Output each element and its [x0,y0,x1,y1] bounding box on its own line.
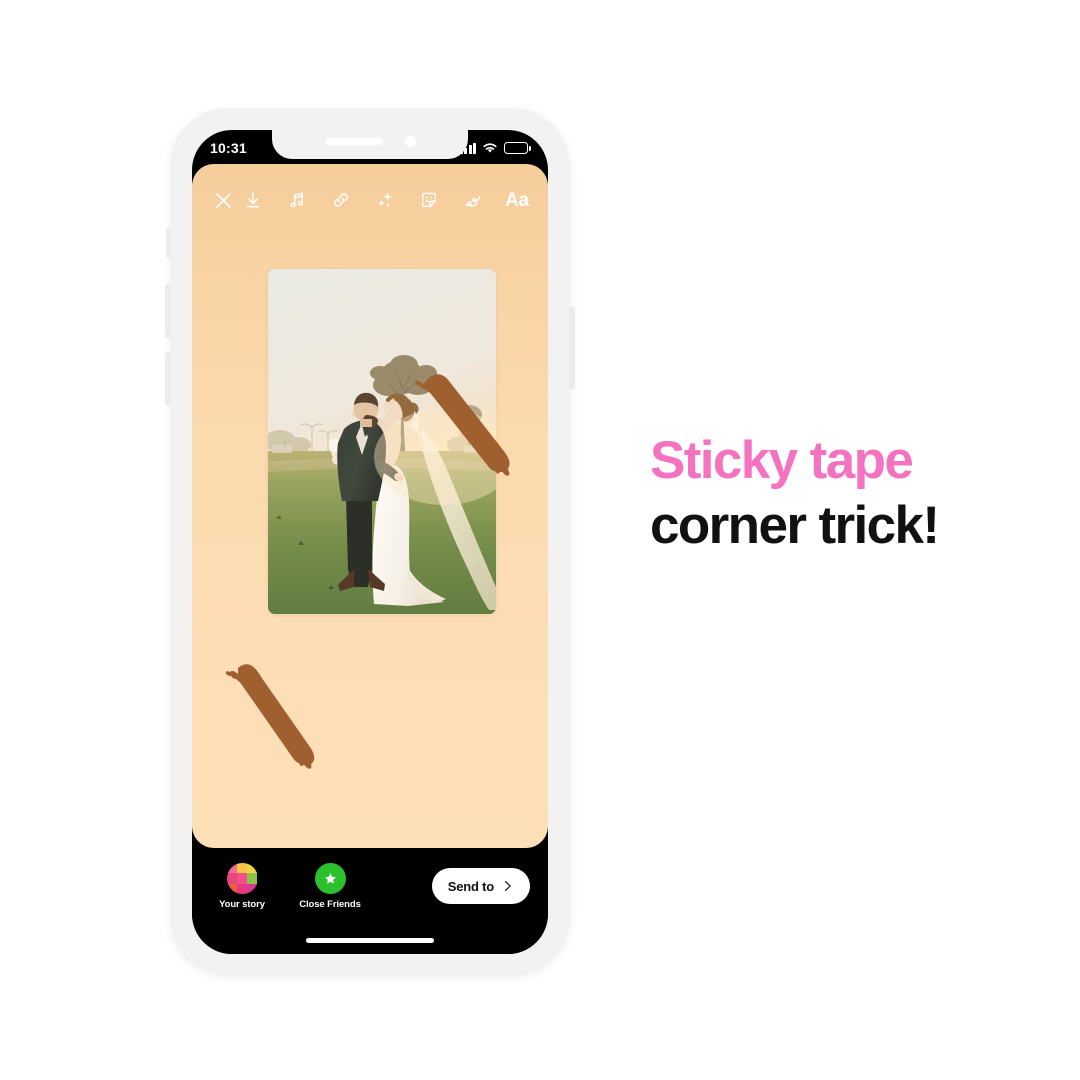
phone-screen: 10:31 Aa Your story Close Friends Send t… [192,130,548,954]
send-to-label: Send to [447,878,494,894]
speaker-slot-icon [324,137,383,145]
home-indicator[interactable] [306,938,434,943]
story-toolbar: Aa [192,178,548,222]
story-canvas[interactable]: Aa [192,164,548,848]
tape-stroke-top-right[interactable] [410,364,530,484]
headline-line-2: corner trick! [650,496,940,556]
close-icon[interactable] [208,185,238,215]
status-time: 10:31 [210,140,247,156]
front-camera-icon [404,135,416,147]
share-targets: Your story Close Friends [210,863,362,910]
text-icon[interactable]: Aa [502,185,532,215]
chevron-right-icon [505,881,511,891]
download-icon[interactable] [238,185,268,215]
send-to-button[interactable]: Send to [431,868,530,904]
volume-up-button[interactable] [165,284,171,338]
phone-mockup: 10:31 Aa Your story Close Friends Send t… [165,108,575,976]
headline: Sticky tape corner trick! [650,428,1050,558]
notch [272,130,468,159]
story-grid-avatar-icon [226,863,258,894]
headline-line-1: Sticky tape [650,431,914,490]
music-note-icon[interactable] [282,185,312,215]
sticker-icon[interactable] [414,185,444,215]
volume-down-button[interactable] [165,352,171,406]
status-indicators [459,142,531,154]
text-icon-label: Aa [505,189,529,211]
share-target-your-story[interactable]: Your story [210,863,274,910]
tape-stroke-bottom-left[interactable] [222,654,342,774]
sparkles-icon[interactable] [370,185,400,215]
poster-canvas: 10:31 Aa Your story Close Friends Send t… [0,0,1080,1080]
power-button[interactable] [569,306,575,390]
toolbar-actions: Aa [238,185,532,215]
share-target-label: Close Friends [299,899,361,910]
green-star-icon [314,863,346,894]
draw-icon[interactable] [458,185,488,215]
share-target-label: Your story [219,899,265,910]
battery-icon [504,142,531,154]
silent-switch-button[interactable] [166,228,171,258]
share-target-close-friends[interactable]: Close Friends [298,863,362,910]
link-icon[interactable] [326,185,356,215]
share-bar: Your story Close Friends Send to [192,848,548,954]
wifi-icon [483,143,497,153]
